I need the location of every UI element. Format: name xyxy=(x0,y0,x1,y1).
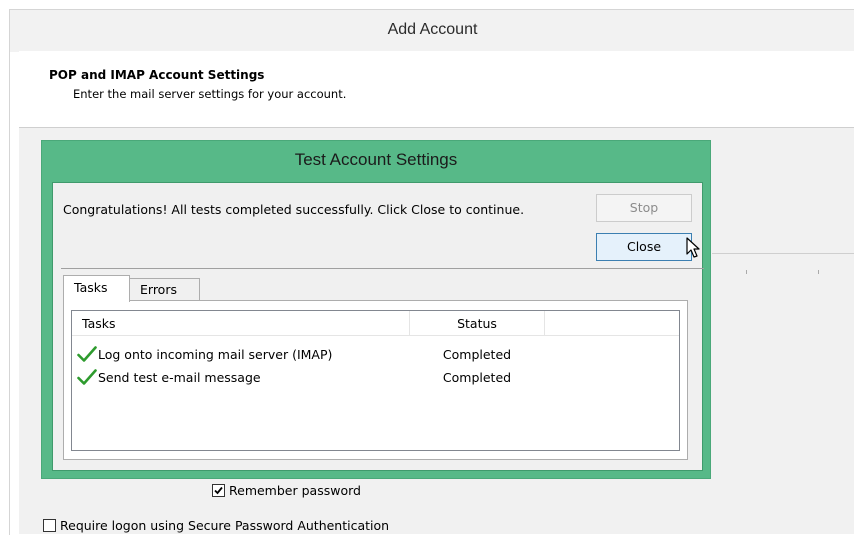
header-title: POP and IMAP Account Settings xyxy=(49,68,265,82)
title-bar: Add Account xyxy=(10,10,854,52)
remember-password-option[interactable]: Remember password xyxy=(212,483,361,498)
dialog-content: Congratulations! All tests completed suc… xyxy=(52,182,704,471)
require-spa-checkbox[interactable] xyxy=(43,519,56,532)
stop-button[interactable]: Stop xyxy=(596,194,692,222)
tab-errors[interactable]: Errors xyxy=(129,278,200,300)
column-divider[interactable] xyxy=(544,311,545,335)
tasks-list: Tasks Status Log onto incoming mail serv… xyxy=(71,310,680,451)
require-spa-label: Require logon using Secure Password Auth… xyxy=(60,518,390,533)
table-row[interactable]: Log onto incoming mail server (IMAP) Com… xyxy=(72,344,679,366)
success-message: Congratulations! All tests completed suc… xyxy=(63,202,525,217)
mouse-cursor-icon xyxy=(686,237,702,263)
remember-password-label: Remember password xyxy=(229,483,361,498)
task-status: Completed xyxy=(442,370,512,385)
header-subtitle: Enter the mail server settings for your … xyxy=(73,87,347,101)
window-title: Add Account xyxy=(387,21,478,38)
remember-password-checkbox[interactable] xyxy=(212,484,225,497)
task-status: Completed xyxy=(442,347,512,362)
tasks-tab-panel: Tasks Status Log onto incoming mail serv… xyxy=(63,300,688,460)
header-area: POP and IMAP Account Settings Enter the … xyxy=(19,51,854,128)
column-header-tasks[interactable]: Tasks xyxy=(82,316,116,331)
dialog-title: Test Account Settings xyxy=(294,150,458,169)
background-divider xyxy=(712,253,854,254)
background-tick xyxy=(818,270,819,274)
list-header: Tasks Status xyxy=(72,311,679,336)
content-divider xyxy=(61,268,704,269)
task-name: Log onto incoming mail server (IMAP) xyxy=(98,347,333,362)
close-button[interactable]: Close xyxy=(596,233,692,261)
column-header-status[interactable]: Status xyxy=(410,316,544,331)
test-account-settings-dialog: Test Account Settings Congratulations! A… xyxy=(41,140,711,479)
task-name: Send test e-mail message xyxy=(98,370,261,385)
require-spa-option[interactable]: Require logon using Secure Password Auth… xyxy=(43,518,389,533)
table-row[interactable]: Send test e-mail message Completed xyxy=(72,367,679,389)
checkmark-icon xyxy=(77,346,97,366)
checkmark-icon xyxy=(77,369,97,389)
background-tick xyxy=(746,270,747,274)
tab-tasks[interactable]: Tasks xyxy=(63,275,130,302)
